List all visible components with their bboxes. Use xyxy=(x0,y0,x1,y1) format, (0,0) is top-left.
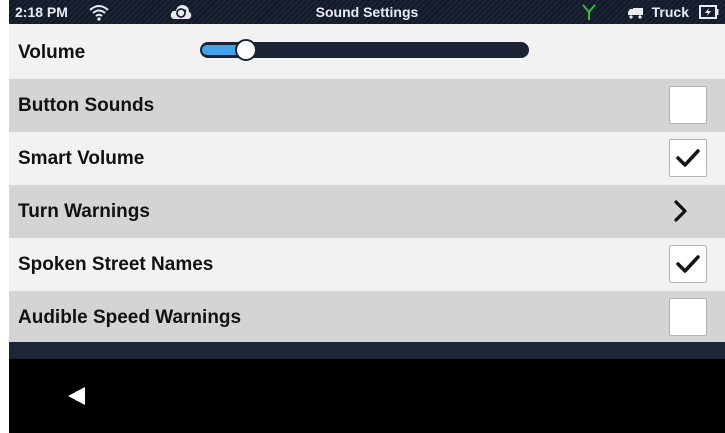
antenna-icon xyxy=(582,4,596,20)
truck-icon xyxy=(628,8,643,19)
chevron-right-icon xyxy=(674,200,687,222)
setting-label: Spoken Street Names xyxy=(18,254,214,275)
audible-speed-warnings-checkbox[interactable] xyxy=(669,298,707,336)
setting-label: Audible Speed Warnings xyxy=(18,307,242,328)
navigation-bar xyxy=(9,359,725,433)
setting-label: Turn Warnings xyxy=(18,201,150,222)
volume-label: Volume xyxy=(18,42,86,63)
status-bar: 2:18 PM Sound Settings Truck xyxy=(9,0,725,24)
volume-slider-thumb[interactable] xyxy=(235,39,258,61)
checkmark-icon xyxy=(676,149,700,167)
smart-volume-checkbox[interactable] xyxy=(669,139,707,177)
setting-label: Button Sounds xyxy=(18,95,155,116)
setting-row-turn-warnings[interactable]: Turn Warnings xyxy=(9,185,725,238)
sound-settings-screen: 2:18 PM Sound Settings Truck Volume Butt… xyxy=(9,0,725,433)
battery-icon xyxy=(699,5,719,19)
back-triangle-icon[interactable] xyxy=(65,384,89,408)
spoken-street-names-checkbox[interactable] xyxy=(669,245,707,283)
setting-row-smart-volume[interactable]: Smart Volume xyxy=(9,132,725,185)
setting-row-spoken-street-names[interactable]: Spoken Street Names xyxy=(9,238,725,291)
button-sounds-checkbox[interactable] xyxy=(669,86,707,124)
checkmark-icon xyxy=(676,255,700,273)
setting-row-button-sounds[interactable]: Button Sounds xyxy=(9,79,725,132)
volume-row: Volume xyxy=(9,26,725,79)
footer-band xyxy=(9,342,725,359)
status-carrier: Truck xyxy=(651,4,689,20)
setting-row-audible-speed-warnings[interactable]: Audible Speed Warnings xyxy=(9,291,725,344)
status-title: Sound Settings xyxy=(315,4,419,20)
setting-label: Smart Volume xyxy=(18,148,145,169)
